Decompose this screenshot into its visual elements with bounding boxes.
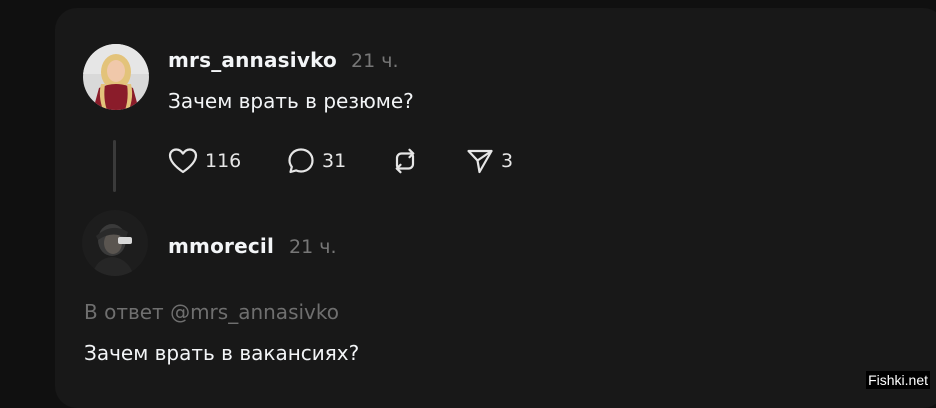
share-count: 3 — [501, 150, 514, 172]
reply-text: Зачем врать в вакансиях? — [84, 341, 360, 365]
comment-icon — [288, 148, 314, 174]
reply-to-prefix: В ответ — [84, 300, 164, 324]
post-username[interactable]: mrs_annasivko — [168, 48, 337, 72]
post-author-avatar[interactable] — [83, 44, 149, 110]
like-button[interactable]: 116 — [167, 146, 241, 176]
heart-icon — [168, 148, 198, 174]
reply-to-mention[interactable]: @mrs_annasivko — [170, 300, 339, 324]
repost-icon — [395, 148, 415, 174]
reply-username[interactable]: mmorecil — [168, 234, 274, 258]
repost-button[interactable] — [389, 146, 427, 176]
share-button[interactable]: 3 — [465, 146, 513, 176]
post-text: Зачем врать в резюме? — [168, 89, 414, 113]
reply-timestamp: 21 ч. — [289, 236, 337, 258]
send-icon — [467, 149, 493, 174]
avatar-man-photo-icon — [82, 210, 148, 276]
watermark: Fishki.net — [866, 371, 930, 389]
avatar-woman-photo-icon — [83, 44, 149, 110]
reply-author-avatar[interactable] — [82, 210, 148, 276]
like-count: 116 — [205, 150, 242, 172]
comment-count: 31 — [322, 150, 347, 172]
thread-connector-line — [113, 140, 116, 192]
comment-button[interactable]: 31 — [286, 146, 346, 176]
reply-to-line: В ответ @mrs_annasivko — [84, 300, 339, 324]
post-timestamp: 21 ч. — [351, 50, 399, 72]
